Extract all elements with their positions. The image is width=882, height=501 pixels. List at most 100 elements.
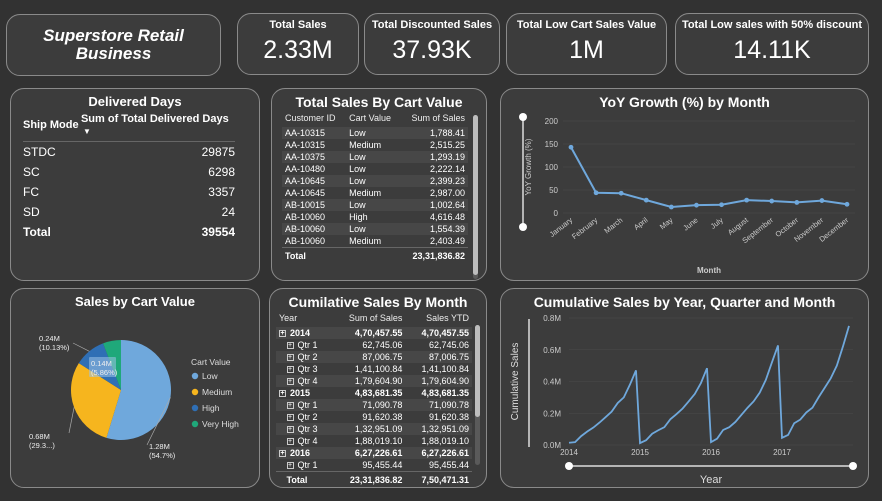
year-row: +2015 4,83,681.35 4,83,681.35 — [276, 387, 472, 399]
ship-mode: SD — [23, 205, 40, 219]
col-sales-ytd[interactable]: Sales YTD — [405, 311, 472, 327]
period-cell: + Qtr 3 — [276, 423, 332, 435]
expand-icon[interactable]: + — [279, 450, 286, 458]
sales-by-cart-card: Sales by Cart Value 1.28M (54.7%) 0.68M (29… — [10, 288, 260, 488]
legend-item[interactable]: High — [202, 403, 220, 413]
expand-icon[interactable]: + — [286, 414, 294, 422]
col-cart-value[interactable]: Cart Value — [346, 111, 400, 127]
expand-icon[interactable]: + — [286, 426, 294, 434]
y-tick-label: 0.2M — [543, 409, 561, 418]
yoy-point[interactable] — [844, 201, 850, 207]
sales-ytd: 1,32,951.09 — [405, 423, 472, 435]
x-tick-label: April — [632, 215, 650, 232]
col-sum-of-sales[interactable]: Sum of Sales — [400, 111, 468, 127]
yoy-point[interactable] — [744, 197, 750, 203]
x-tick-label: July — [709, 215, 725, 230]
sum-of-sales: 71,090.78 — [331, 399, 406, 411]
table-row: AA-10315 Low 1,788.41 — [282, 127, 468, 139]
legend-swatch — [191, 388, 199, 396]
yoy-point[interactable] — [593, 190, 599, 196]
sales-ytd: 1,41,100.84 — [421, 364, 469, 374]
sales-ytd: 4,83,681.35 — [421, 388, 469, 398]
yoy-point[interactable] — [719, 202, 724, 208]
expand-icon[interactable]: + — [286, 438, 294, 446]
yoy-point[interactable] — [694, 202, 699, 208]
period-cell: +2016 — [276, 447, 332, 459]
yoy-slider-handle-top[interactable] — [519, 113, 527, 121]
col-customer-id[interactable]: Customer ID — [282, 111, 346, 127]
cum-table-scrollbar[interactable] — [475, 325, 480, 465]
sum-of-sales: 62,745.06 — [362, 340, 403, 350]
expand-icon[interactable]: + — [286, 342, 294, 350]
sales-ytd: 62,745.06 — [428, 340, 469, 350]
y-tick-label: 0.0M — [543, 441, 561, 450]
sum-of-sales: 2,399.23 — [400, 175, 468, 187]
total-value: 39554 — [201, 225, 235, 239]
expand-icon[interactable]: + — [286, 366, 294, 374]
cart-value: Medium — [349, 236, 382, 246]
kpi-value: 1M — [569, 36, 604, 64]
sort-desc-icon: ▼ — [82, 127, 91, 136]
yoy-slider-handle-bottom[interactable] — [519, 223, 527, 231]
sum-of-sales: 2,403.49 — [429, 236, 465, 246]
cumulative-series-line — [568, 325, 850, 445]
quarter-row: + Qtr 1 71,090.78 71,090.78 — [276, 399, 472, 411]
customer-id: AA-10645 — [282, 175, 347, 187]
cum-slider-handle-right[interactable] — [849, 462, 857, 470]
y-axis-label: YoY Growth (%) — [524, 138, 533, 195]
kpi-label: Total Low Cart Sales Value — [516, 19, 657, 31]
sales-ytd: 91,620.38 — [428, 412, 469, 422]
sum-of-sales: 87,006.75 — [331, 351, 406, 363]
yoy-point[interactable] — [769, 198, 775, 204]
quarter-row: + Qtr 3 1,32,951.09 1,32,951.09 — [276, 423, 472, 435]
yoy-chart-title: YoY Growth (%) by Month — [599, 94, 770, 110]
period-label: 2014 — [290, 328, 311, 338]
kpi-value: 2.33M — [263, 36, 333, 64]
yoy-point[interactable] — [794, 200, 800, 205]
total-row: Total 23,31,836.82 7,50,471.31 — [276, 471, 472, 486]
legend-swatch — [191, 404, 199, 412]
yoy-point[interactable] — [819, 198, 825, 203]
total-label: Total — [282, 247, 347, 262]
pie-value-label: 1.28M — [149, 442, 170, 451]
quarter-row: + Qtr 3 1,41,100.84 1,41,100.84 — [276, 363, 472, 375]
expand-icon[interactable]: + — [286, 354, 294, 362]
total-label: Total — [276, 471, 332, 486]
yoy-point[interactable] — [643, 197, 649, 203]
legend-item[interactable]: Very High — [202, 419, 239, 429]
yoy-point[interactable] — [568, 144, 574, 150]
col-sum-delivered-days[interactable]: Sum of Total Delivered Days ▼ — [80, 111, 235, 142]
scrollbar-thumb[interactable] — [473, 115, 478, 275]
legend-item[interactable]: Low — [202, 371, 218, 381]
kpi-value: 37.93K — [392, 36, 472, 64]
expand-icon[interactable]: + — [286, 402, 294, 410]
y-tick-label: 0.8M — [543, 314, 561, 323]
period-label: 2016 — [290, 448, 311, 458]
yoy-growth-card: YoY Growth (%) by Month 0 50 100 150 200 YoY … — [500, 88, 869, 281]
table-row: AB-10060 High 4,616.48 — [282, 211, 468, 223]
expand-icon[interactable]: + — [286, 462, 294, 470]
yoy-point[interactable] — [618, 190, 624, 196]
cart-table-scrollbar[interactable] — [473, 115, 478, 279]
pie-leader-line — [68, 407, 75, 434]
expand-icon[interactable]: + — [286, 378, 294, 386]
legend-item[interactable]: Medium — [202, 387, 232, 397]
cum-slider-handle-left[interactable] — [565, 462, 573, 470]
scrollbar-thumb[interactable] — [475, 325, 480, 417]
col-sum-of-sales[interactable]: Sum of Sales — [331, 311, 405, 327]
customer-id: AB-10060 — [285, 236, 326, 246]
period-cell: + Qtr 1 — [276, 339, 331, 351]
kpi-low-cart-sales: Total Low Cart Sales Value 1M — [506, 13, 667, 75]
col-ship-mode[interactable]: Ship Mode — [23, 111, 81, 142]
sum-of-sales: 95,455.44 — [362, 460, 403, 470]
kpi-label: Total Discounted Sales — [371, 19, 493, 31]
delivered-days-title: Delivered Days — [88, 94, 182, 109]
cumulative-sales-chart: 0.0M 0.2M 0.4M 0.6M 0.8M Cumulative Sales 2014… — [510, 314, 857, 486]
yoy-point[interactable] — [668, 204, 674, 210]
expand-icon[interactable]: + — [279, 330, 286, 338]
y-axis-label: Cumulative Sales — [510, 343, 521, 421]
pie-percent-label: (29.3...) — [29, 441, 55, 450]
col-year[interactable]: Year — [276, 311, 331, 327]
expand-icon[interactable]: + — [279, 390, 286, 398]
period-label: Qtr 3 — [297, 364, 318, 374]
